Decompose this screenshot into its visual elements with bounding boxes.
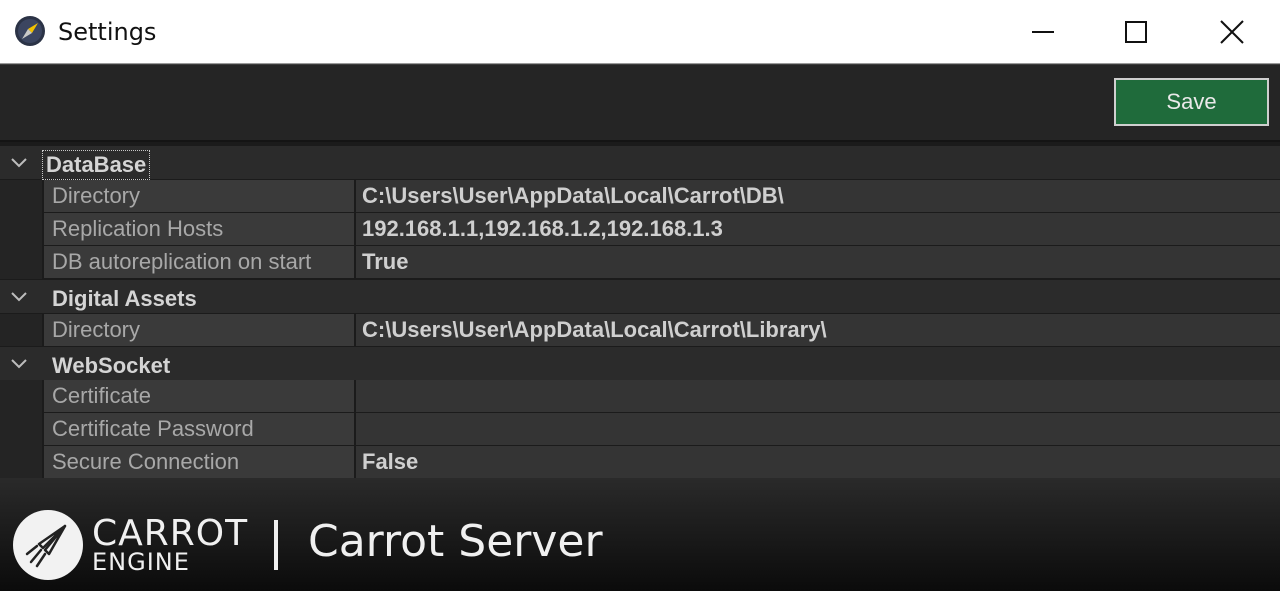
save-button[interactable]: Save <box>1114 78 1269 126</box>
property-value[interactable]: C:\Users\User\AppData\Local\Carrot\Libra… <box>356 314 1280 346</box>
compass-icon <box>14 15 46 47</box>
property-row[interactable]: DB autoreplication on start True <box>0 246 1280 279</box>
property-name[interactable]: Directory <box>44 314 354 346</box>
property-value[interactable]: C:\Users\User\AppData\Local\Carrot\DB\ <box>356 180 1280 212</box>
minimize-icon <box>1032 31 1054 33</box>
maximize-button[interactable] <box>1088 0 1184 64</box>
brand-subname: ENGINE <box>92 548 190 576</box>
toolbar <box>0 64 1280 140</box>
category-digital-assets[interactable]: Digital Assets <box>0 280 1280 313</box>
property-value[interactable]: False <box>356 446 1280 478</box>
property-name[interactable]: Secure Connection <box>44 446 354 478</box>
category-label: Digital Assets <box>52 286 197 311</box>
minimize-button[interactable] <box>995 0 1091 64</box>
category-websocket[interactable]: WebSocket <box>0 347 1280 380</box>
product-name: Carrot Server <box>308 516 603 567</box>
brand-divider <box>274 520 278 570</box>
category-label: DataBase <box>41 150 151 180</box>
property-row[interactable]: Secure Connection False <box>0 446 1280 479</box>
property-value[interactable]: True <box>356 246 1280 278</box>
category-database[interactable]: DataBase <box>0 146 1280 180</box>
property-name[interactable]: Replication Hosts <box>44 213 354 245</box>
category-label: WebSocket <box>52 353 171 378</box>
title-bar: Settings <box>0 0 1280 64</box>
property-value[interactable]: 192.168.1.1,192.168.1.2,192.168.1.3 <box>356 213 1280 245</box>
brand-banner: CARROT ENGINE Carrot Server <box>0 478 1280 591</box>
rocket-logo-icon <box>13 510 83 580</box>
property-value[interactable] <box>356 380 1280 412</box>
maximize-icon <box>1125 21 1147 43</box>
window-title: Settings <box>58 18 157 46</box>
property-grid: DataBase Directory C:\Users\User\AppData… <box>0 140 1280 480</box>
property-name[interactable]: Directory <box>44 180 354 212</box>
property-row[interactable]: Replication Hosts 192.168.1.1,192.168.1.… <box>0 213 1280 246</box>
chevron-down-icon[interactable] <box>8 356 30 372</box>
property-name[interactable]: DB autoreplication on start <box>44 246 354 278</box>
property-row[interactable]: Certificate Password <box>0 413 1280 446</box>
close-button[interactable] <box>1184 0 1280 64</box>
property-row[interactable]: Directory C:\Users\User\AppData\Local\Ca… <box>0 314 1280 347</box>
property-row[interactable]: Directory C:\Users\User\AppData\Local\Ca… <box>0 180 1280 213</box>
property-row[interactable]: Certificate <box>0 380 1280 413</box>
chevron-down-icon[interactable] <box>8 155 30 171</box>
property-name[interactable]: Certificate Password <box>44 413 354 445</box>
close-icon <box>1220 20 1244 44</box>
property-name[interactable]: Certificate <box>44 380 354 412</box>
property-value[interactable] <box>356 413 1280 445</box>
chevron-down-icon[interactable] <box>8 289 30 305</box>
